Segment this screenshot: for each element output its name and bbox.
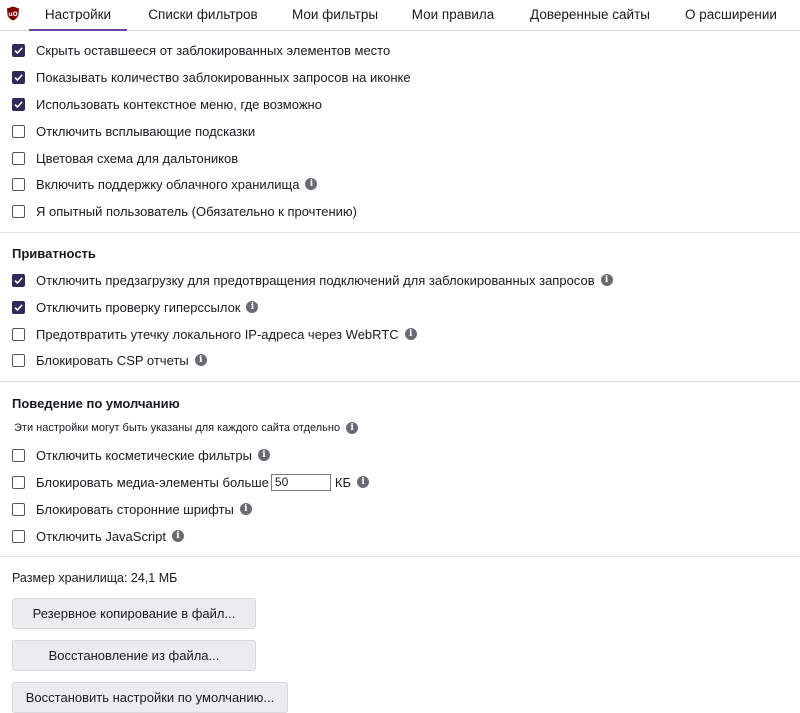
checkbox[interactable]	[12, 204, 25, 218]
divider	[0, 556, 800, 557]
tab-trusted-sites[interactable]: Доверенные сайты	[517, 0, 663, 30]
setting-label: Предотвратить утечку локального IP-адрес…	[36, 326, 399, 342]
setting-hyperlink-auditing[interactable]: Отключить проверку гиперссылок i	[12, 297, 259, 317]
checkbox[interactable]	[12, 124, 25, 138]
defaults-note-text: Эти настройки могут быть указаны для каж…	[14, 422, 341, 434]
checkbox[interactable]	[12, 151, 25, 165]
ublock-logo-icon: uO	[7, 6, 19, 21]
storage-used: Размер хранилища: 24,1 МБ	[12, 571, 178, 585]
setting-large-media[interactable]: Блокировать медиа-элементы больше КБ i	[12, 472, 370, 492]
divider	[0, 232, 800, 233]
defaults-heading: Поведение по умолчанию	[12, 396, 180, 411]
setting-label: Блокировать сторонние шрифты	[36, 501, 234, 517]
svg-text:uO: uO	[8, 11, 17, 18]
checkbox[interactable]	[12, 97, 25, 111]
setting-csp-reports[interactable]: Блокировать CSP отчеты i	[12, 350, 207, 370]
media-size-unit: КБ	[334, 474, 352, 490]
setting-label: Я опытный пользователь (Обязательно к пр…	[36, 203, 358, 219]
info-icon[interactable]: i	[305, 178, 318, 190]
checkbox[interactable]	[12, 43, 25, 57]
setting-hide-placeholders[interactable]: Скрыть оставшееся от заблокированных эле…	[12, 40, 390, 60]
setting-label: Включить поддержку облачного хранилища	[36, 176, 300, 192]
tab-bar: uO Настройки Списки фильтров Мои фильтры…	[0, 0, 800, 31]
setting-label: Использовать контекстное меню, где возмо…	[36, 96, 322, 112]
setting-color-blind[interactable]: Цветовая схема для дальтоников	[12, 148, 238, 168]
setting-label: Отключить предзагрузку для предотвращени…	[36, 272, 595, 288]
reset-button[interactable]: Восстановить настройки по умолчанию...	[12, 682, 288, 713]
checkbox[interactable]	[12, 502, 25, 516]
info-icon[interactable]: i	[239, 503, 252, 515]
checkbox[interactable]	[12, 70, 25, 84]
setting-cosmetic-filters[interactable]: Отключить косметические фильтры i	[12, 445, 270, 465]
setting-label: Скрыть оставшееся от заблокированных эле…	[36, 42, 391, 58]
checkbox[interactable]	[12, 448, 25, 462]
setting-tooltips[interactable]: Отключить всплывающие подсказки	[12, 121, 255, 141]
defaults-note: Эти настройки могут быть указаны для каж…	[14, 422, 359, 434]
media-size-input[interactable]	[270, 473, 331, 491]
info-icon[interactable]: i	[257, 449, 270, 461]
tab-settings[interactable]: Настройки	[29, 0, 127, 31]
privacy-heading: Приватность	[12, 246, 96, 261]
setting-label: Показывать количество заблокированных за…	[36, 69, 411, 85]
setting-label: Блокировать CSP отчеты	[36, 352, 189, 368]
setting-prefetching[interactable]: Отключить предзагрузку для предотвращени…	[12, 270, 613, 290]
info-icon[interactable]: i	[404, 328, 417, 340]
setting-label: Отключить проверку гиперссылок	[36, 299, 241, 315]
setting-label: Отключить JavaScript	[36, 528, 167, 544]
checkbox[interactable]	[12, 475, 25, 489]
setting-cloud-storage[interactable]: Включить поддержку облачного хранилища i	[12, 174, 318, 194]
setting-icon-badge[interactable]: Показывать количество заблокированных за…	[12, 67, 411, 87]
checkbox[interactable]	[12, 273, 25, 287]
checkbox[interactable]	[12, 353, 25, 367]
info-icon[interactable]: i	[172, 530, 185, 542]
setting-remote-fonts[interactable]: Блокировать сторонние шрифты i	[12, 499, 252, 519]
setting-label: Отключить косметические фильтры	[36, 447, 252, 463]
setting-label: Отключить всплывающие подсказки	[36, 123, 256, 139]
info-icon[interactable]: i	[346, 422, 359, 434]
setting-advanced-user[interactable]: Я опытный пользователь (Обязательно к пр…	[12, 201, 357, 221]
checkbox[interactable]	[12, 327, 25, 341]
setting-label: Блокировать медиа-элементы больше	[36, 474, 269, 490]
tab-filter-lists[interactable]: Списки фильтров	[139, 0, 267, 30]
setting-webrtc[interactable]: Предотвратить утечку локального IP-адрес…	[12, 324, 417, 344]
checkbox[interactable]	[12, 177, 25, 191]
setting-label: Цветовая схема для дальтоников	[36, 150, 239, 166]
restore-button[interactable]: Восстановление из файла...	[12, 640, 256, 671]
backup-button[interactable]: Резервное копирование в файл...	[12, 598, 256, 629]
tab-my-rules[interactable]: Мои правила	[400, 0, 506, 30]
checkbox[interactable]	[12, 529, 25, 543]
divider	[0, 381, 800, 382]
tab-my-filters[interactable]: Мои фильтры	[281, 0, 389, 30]
setting-context-menu[interactable]: Использовать контекстное меню, где возмо…	[12, 94, 322, 114]
info-icon[interactable]: i	[357, 476, 370, 488]
info-icon[interactable]: i	[246, 301, 259, 313]
info-icon[interactable]: i	[194, 354, 207, 366]
checkbox[interactable]	[12, 300, 25, 314]
setting-javascript[interactable]: Отключить JavaScript i	[12, 526, 185, 546]
info-icon[interactable]: i	[600, 274, 613, 286]
tab-about[interactable]: О расширении	[673, 0, 789, 30]
